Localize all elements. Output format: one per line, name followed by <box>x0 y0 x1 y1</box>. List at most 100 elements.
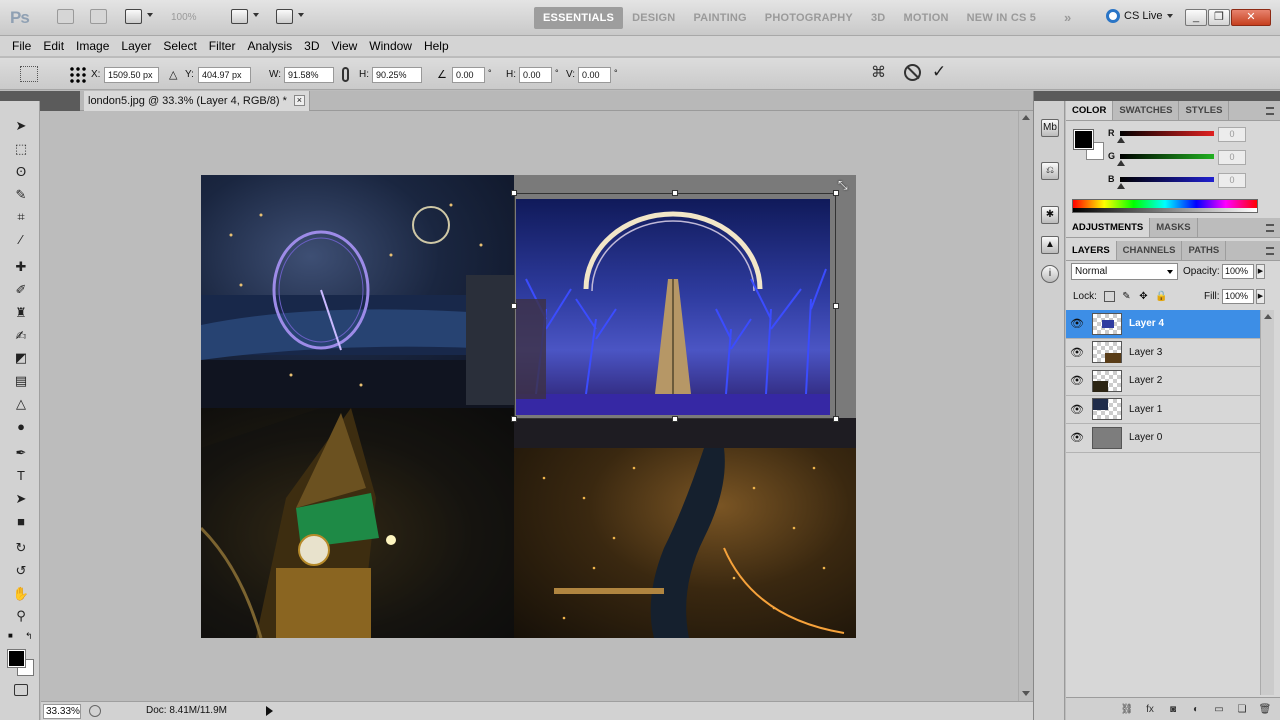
photo-city-aerial[interactable] <box>514 418 856 638</box>
clone-stamp-tool-icon[interactable]: ♜ <box>11 304 31 322</box>
tab-paths[interactable]: PATHS <box>1182 241 1227 260</box>
more-workspaces-icon[interactable]: » <box>1064 10 1071 25</box>
reference-point-icon[interactable] <box>68 65 86 83</box>
zoom-level-combo[interactable]: 100% <box>171 12 197 23</box>
status-menu-icon[interactable] <box>266 706 273 716</box>
lock-image-icon[interactable]: ✎ <box>1121 291 1132 302</box>
chevron-down-icon[interactable] <box>298 13 304 17</box>
opacity-slider-button[interactable]: ▶ <box>1256 264 1265 279</box>
document-tab[interactable]: london5.jpg @ 33.3% (Layer 4, RGB/8) * × <box>84 91 310 111</box>
dodge-tool-icon[interactable]: ● <box>11 418 31 436</box>
link-icon[interactable] <box>342 67 349 82</box>
layer-row-layer-1[interactable]: 👁 Layer 1 <box>1066 396 1260 424</box>
foreground-color-swatch[interactable] <box>7 649 26 668</box>
menu-analysis[interactable]: Analysis <box>241 39 298 53</box>
status-info-icon[interactable] <box>89 705 101 717</box>
menu-select[interactable]: Select <box>157 39 202 53</box>
width-scale-input[interactable]: 91.58% <box>284 67 334 83</box>
workspace-new-in-cs5[interactable]: NEW IN CS 5 <box>958 7 1045 29</box>
pen-tool-icon[interactable]: ✒ <box>11 444 31 462</box>
layer-row-layer-0[interactable]: 👁 Layer 0 <box>1066 424 1260 453</box>
blur-tool-icon[interactable]: △ <box>11 395 31 413</box>
mini-bridge-icon[interactable] <box>90 9 107 24</box>
swap-colors-icon[interactable]: ↰ <box>25 631 33 642</box>
transform-handle-bottom-left[interactable] <box>511 416 517 422</box>
workspace-essentials[interactable]: ESSENTIALS <box>534 7 624 29</box>
path-selection-tool-icon[interactable]: ➤ <box>11 490 31 508</box>
view-extras-icon[interactable] <box>125 9 142 24</box>
delete-layer-icon[interactable]: 🗑 <box>1258 703 1272 716</box>
quick-selection-tool-icon[interactable]: ✎ <box>11 186 31 204</box>
tab-styles[interactable]: STYLES <box>1179 101 1230 120</box>
bridge-icon[interactable] <box>57 9 74 24</box>
relative-position-icon[interactable]: △ <box>169 68 177 81</box>
tab-layers[interactable]: LAYERS <box>1066 241 1117 260</box>
visibility-eye-icon[interactable]: 👁 <box>1066 431 1088 444</box>
panel-menu-icon[interactable] <box>1266 247 1274 255</box>
adjustment-layer-icon[interactable]: ◐ <box>1189 703 1203 716</box>
menu-edit[interactable]: Edit <box>37 39 70 53</box>
workspace-photography[interactable]: PHOTOGRAPHY <box>756 7 862 29</box>
zoom-tool-icon[interactable]: ⚲ <box>11 607 31 625</box>
crop-tool-icon[interactable]: ⌗ <box>11 208 31 226</box>
panel-menu-icon[interactable] <box>1266 224 1274 232</box>
workspace-design[interactable]: DESIGN <box>623 7 684 29</box>
healing-brush-tool-icon[interactable]: ✚ <box>11 258 31 276</box>
scroll-down-icon[interactable] <box>1022 691 1030 696</box>
restore-button[interactable]: ❐ <box>1208 9 1230 26</box>
scroll-up-icon[interactable] <box>1022 115 1030 120</box>
panel-grip[interactable] <box>1034 91 1066 101</box>
free-transform-bounding-box[interactable] <box>514 193 836 419</box>
transform-handle-left[interactable] <box>511 303 517 309</box>
layer-row-layer-3[interactable]: 👁 Layer 3 <box>1066 339 1260 367</box>
menu-help[interactable]: Help <box>418 39 455 53</box>
histogram-icon[interactable]: ▲ <box>1041 236 1059 254</box>
height-scale-input[interactable]: 90.25% <box>372 67 422 83</box>
photo-big-ben[interactable] <box>201 408 514 638</box>
red-slider-track[interactable] <box>1120 131 1214 136</box>
horizontal-scrollbar[interactable] <box>288 706 1008 716</box>
menu-layer[interactable]: Layer <box>115 39 157 53</box>
move-tool-icon[interactable]: ➤ <box>11 117 31 135</box>
panel-grip[interactable] <box>0 91 40 101</box>
layer-row-layer-4[interactable]: 👁 Layer 4 <box>1066 310 1260 339</box>
lasso-tool-icon[interactable]: ʘ <box>11 163 31 181</box>
add-mask-icon[interactable]: ◙ <box>1166 703 1180 716</box>
red-slider-handle[interactable] <box>1117 137 1125 143</box>
cancel-transform-icon[interactable] <box>904 64 921 81</box>
menu-view[interactable]: View <box>325 39 363 53</box>
menu-filter[interactable]: Filter <box>203 39 242 53</box>
quick-mask-icon[interactable] <box>14 684 28 696</box>
layer-name[interactable]: Layer 4 <box>1129 318 1164 329</box>
green-slider-track[interactable] <box>1120 154 1214 159</box>
layers-scrollbar[interactable] <box>1260 310 1274 695</box>
close-button[interactable]: ✕ <box>1231 9 1271 26</box>
layer-name[interactable]: Layer 0 <box>1129 432 1162 443</box>
layer-row-layer-2[interactable]: 👁 Layer 2 <box>1066 367 1260 396</box>
rotate-input[interactable]: 0.00 <box>452 67 485 83</box>
visibility-eye-icon[interactable]: 👁 <box>1066 346 1088 359</box>
arrange-documents-icon[interactable] <box>231 9 248 24</box>
color-panel-foreground-swatch[interactable] <box>1073 129 1094 150</box>
blue-value-input[interactable]: 0 <box>1218 173 1246 188</box>
red-value-input[interactable]: 0 <box>1218 127 1246 142</box>
layer-style-icon[interactable]: fx <box>1143 703 1157 716</box>
3d-orbit-tool-icon[interactable]: ↺ <box>11 562 31 580</box>
mini-bridge-icon[interactable]: Mb <box>1041 119 1059 137</box>
panel-menu-icon[interactable] <box>1266 107 1274 115</box>
tab-swatches[interactable]: SWATCHES <box>1113 101 1180 120</box>
eyedropper-tool-icon[interactable]: ⁄ <box>11 231 31 249</box>
screen-mode-icon[interactable] <box>276 9 293 24</box>
close-icon[interactable]: × <box>293 95 305 106</box>
tab-adjustments[interactable]: ADJUSTMENTS <box>1066 218 1151 237</box>
visibility-eye-icon[interactable]: 👁 <box>1066 374 1088 387</box>
panel-grip[interactable] <box>1066 91 1280 101</box>
fill-input[interactable]: 100% <box>1222 289 1254 304</box>
shape-tool-icon[interactable]: ■ <box>11 513 31 531</box>
horizontal-skew-input[interactable]: 0.00 <box>519 67 552 83</box>
workspace-3d[interactable]: 3D <box>862 7 894 29</box>
gradient-tool-icon[interactable]: ▤ <box>11 372 31 390</box>
layer-name[interactable]: Layer 2 <box>1129 375 1162 386</box>
eraser-tool-icon[interactable]: ◩ <box>11 349 31 367</box>
visibility-eye-icon[interactable]: 👁 <box>1066 403 1088 416</box>
